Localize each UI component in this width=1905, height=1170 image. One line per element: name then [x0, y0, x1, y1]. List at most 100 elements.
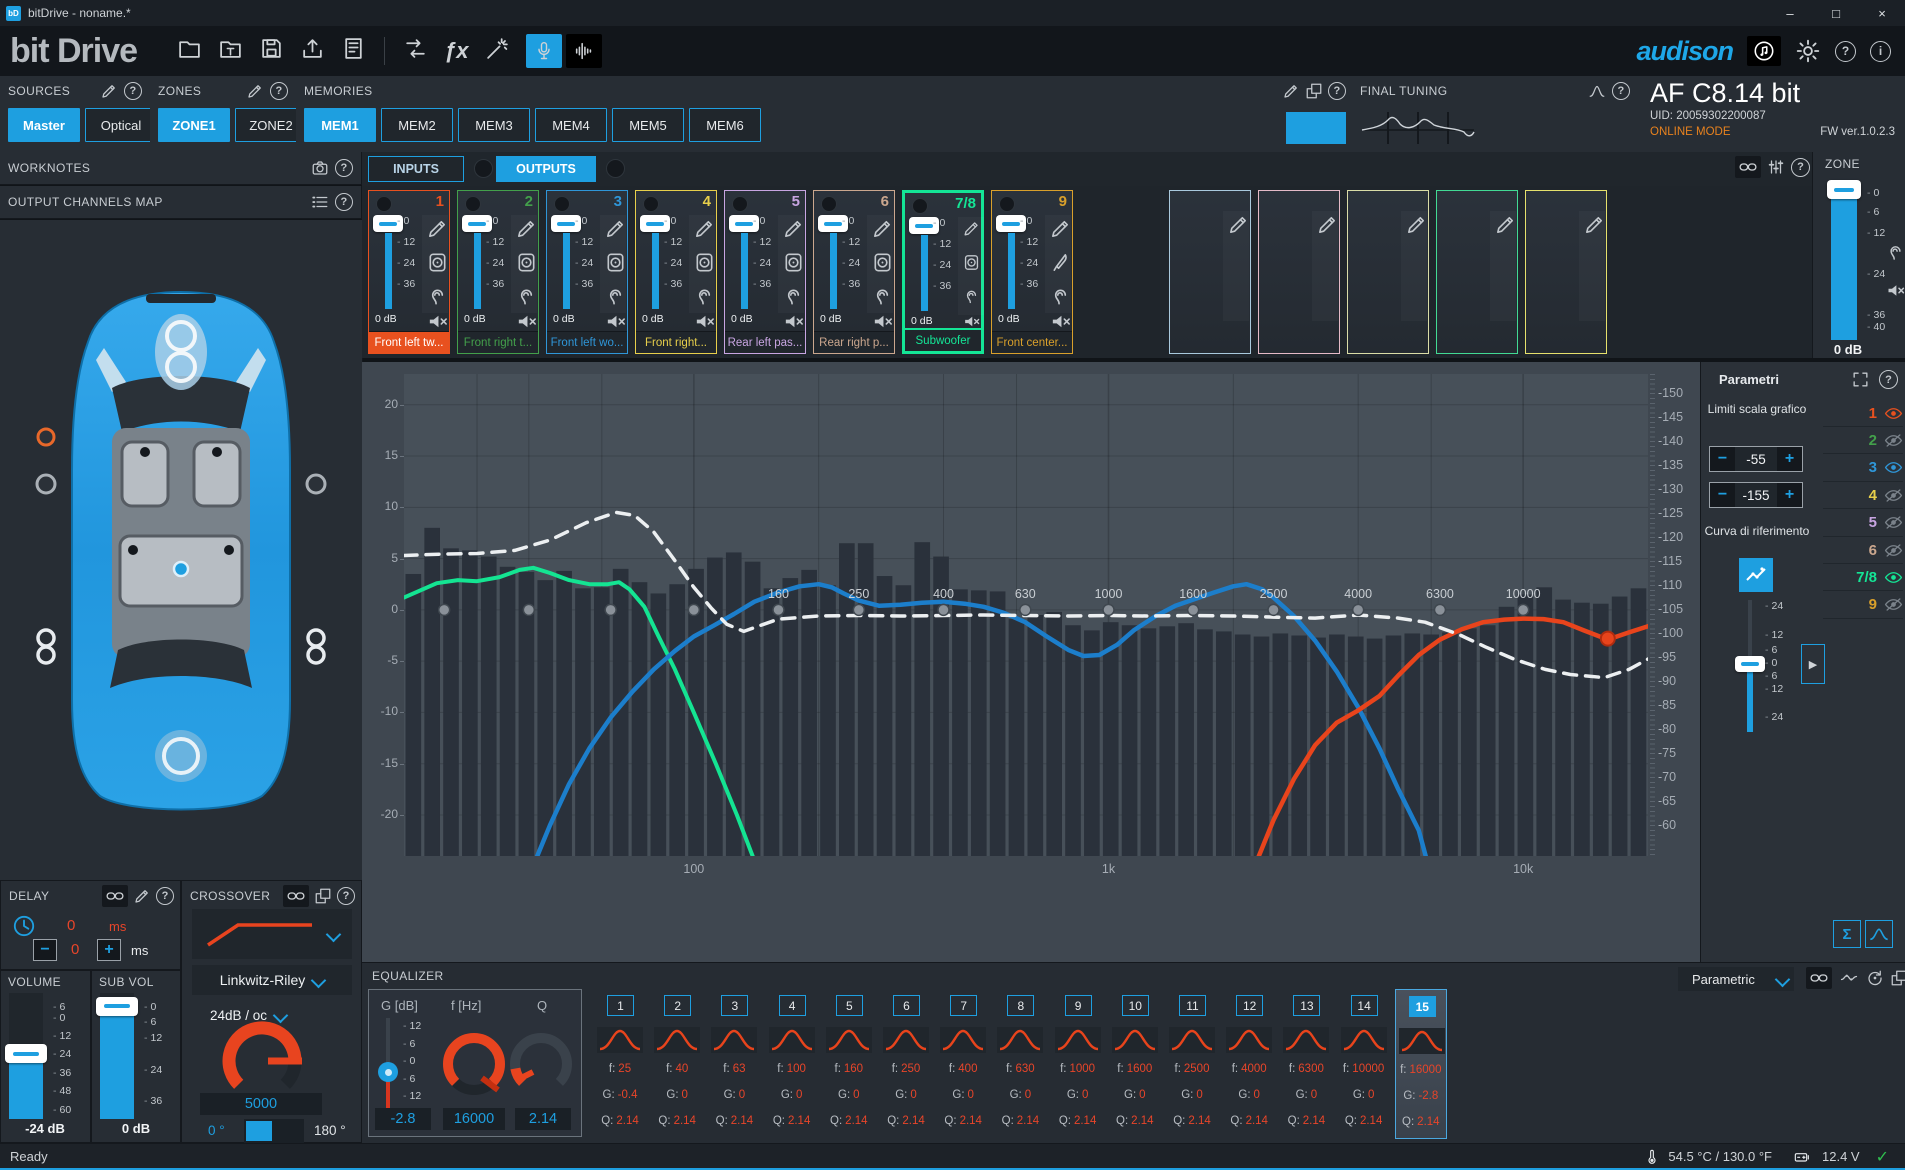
- mute-icon[interactable]: [1049, 310, 1072, 333]
- eq-band-15[interactable]: 15f:16000G:-2.8Q:2.14: [1395, 989, 1447, 1139]
- pencil-icon[interactable]: [871, 217, 894, 240]
- eq-band-number-2[interactable]: 2: [664, 995, 691, 1016]
- new-project-button[interactable]: [177, 36, 202, 66]
- eq-marker-1600[interactable]: [1188, 604, 1199, 615]
- channel-strip-1[interactable]: 1-0-12-24-360 dBFront left tw...: [368, 190, 450, 354]
- eq-band-number-11[interactable]: 11: [1179, 995, 1206, 1016]
- eq-marker-25[interactable]: [439, 604, 450, 615]
- speaker-marker-rear-left-door[interactable]: [38, 630, 54, 663]
- eq-link-icon[interactable]: [1806, 967, 1832, 989]
- eq-gain-slider[interactable]: -12-6-0-6-12: [377, 1018, 433, 1110]
- eq-band-number-10[interactable]: 10: [1122, 995, 1149, 1016]
- channel-label[interactable]: Rear left pas...: [725, 331, 805, 353]
- eq-band-1[interactable]: 1f:25G:-0.4Q:2.14: [594, 989, 646, 1139]
- sound-settings-button[interactable]: [1747, 36, 1781, 66]
- mixer-sliders-icon[interactable]: [1767, 158, 1785, 176]
- speaker-marker-rear-right[interactable]: [224, 545, 234, 555]
- wizard-button[interactable]: [485, 36, 510, 66]
- speaker-icon[interactable]: [604, 251, 627, 274]
- channel-label[interactable]: Front right...: [636, 331, 716, 353]
- eq-marker-160[interactable]: [773, 604, 784, 615]
- blade-icon[interactable]: [1049, 251, 1072, 274]
- channel-strip-3[interactable]: 3-0-12-24-360 dBFront left wo...: [546, 190, 628, 354]
- pencil-icon[interactable]: [1494, 213, 1517, 236]
- memory-button-mem1[interactable]: MEM1: [304, 108, 376, 142]
- eye-off-icon[interactable]: [1884, 433, 1903, 448]
- open-template-button[interactable]: [218, 36, 243, 66]
- speaker-icon[interactable]: [693, 251, 716, 274]
- close-button[interactable]: ×: [1859, 0, 1905, 26]
- eye-off-icon[interactable]: [1884, 515, 1903, 530]
- channel-fader-track[interactable]: [474, 233, 481, 309]
- eq-marker-400[interactable]: [938, 604, 949, 615]
- memory-button-mem3[interactable]: MEM3: [458, 108, 530, 142]
- tab-inputs[interactable]: INPUTS: [368, 156, 464, 182]
- copy-eq-icon[interactable]: [1890, 969, 1905, 987]
- mute-icon[interactable]: [871, 310, 894, 333]
- eq-marker-630[interactable]: [1020, 604, 1031, 615]
- channel-strip-5[interactable]: 5-0-12-24-360 dBRear left pas...: [724, 190, 806, 354]
- mute-icon[interactable]: [515, 310, 538, 333]
- scale-lower-decrement[interactable]: −: [1710, 483, 1735, 507]
- pencil-icon[interactable]: [604, 217, 627, 240]
- crossover-help-icon[interactable]: ?: [337, 887, 355, 905]
- memory-button-mem5[interactable]: MEM5: [612, 108, 684, 142]
- channel-label[interactable]: Front left tw...: [369, 331, 449, 353]
- eq-band-7[interactable]: 7f:400G:0Q:2.14: [937, 989, 989, 1139]
- channel-label[interactable]: Front right t...: [458, 331, 538, 353]
- channel-fader-track[interactable]: [830, 233, 837, 309]
- minimize-button[interactable]: –: [1767, 0, 1813, 26]
- visibility-row-channel-9[interactable]: 9: [1823, 592, 1903, 619]
- pencil-icon[interactable]: [515, 217, 538, 240]
- eq-band-13[interactable]: 13f:6300G:0Q:2.14: [1280, 989, 1332, 1139]
- eq-band-number-15[interactable]: 15: [1409, 996, 1436, 1017]
- ear-icon[interactable]: [782, 285, 805, 308]
- speaker-icon[interactable]: [962, 253, 981, 272]
- list-icon[interactable]: [311, 193, 329, 211]
- final-tuning-help2-icon[interactable]: ?: [1612, 82, 1630, 100]
- pencil-icon[interactable]: [1405, 213, 1428, 236]
- eq-gain-handle[interactable]: [378, 1062, 398, 1082]
- ear-icon[interactable]: [871, 285, 894, 308]
- eq-band-10[interactable]: 10f:1600G:0Q:2.14: [1109, 989, 1161, 1139]
- maximize-button[interactable]: □: [1813, 0, 1859, 26]
- speaker-icon[interactable]: [782, 251, 805, 274]
- eq-marker-250[interactable]: [853, 604, 864, 615]
- channel-fader-track[interactable]: [652, 233, 659, 309]
- delay-link-icon[interactable]: [102, 885, 128, 907]
- eye-open-icon[interactable]: [1884, 460, 1903, 475]
- speaker-marker-left-mid[interactable]: [37, 475, 55, 493]
- ear-icon[interactable]: [604, 285, 627, 308]
- pencil-icon[interactable]: [962, 219, 981, 238]
- pencil-icon[interactable]: [1227, 213, 1250, 236]
- zone-link-icon[interactable]: [1735, 156, 1761, 178]
- eq-band-number-1[interactable]: 1: [607, 995, 634, 1016]
- eq-band-number-12[interactable]: 12: [1236, 995, 1263, 1016]
- channel-fader-track[interactable]: [741, 233, 748, 309]
- delay-help-icon[interactable]: ?: [156, 887, 174, 905]
- empty-channel-strip-2[interactable]: [1258, 190, 1340, 354]
- ear-icon[interactable]: [1885, 242, 1905, 263]
- source-button-master[interactable]: Master: [8, 108, 80, 142]
- subvol-fader-handle[interactable]: [96, 997, 138, 1016]
- zones-help-icon[interactable]: ?: [270, 82, 288, 100]
- zone-fader-handle[interactable]: [1827, 180, 1861, 199]
- speaker-marker-front-left-seat[interactable]: [140, 447, 150, 457]
- eq-marker-100[interactable]: [688, 604, 699, 615]
- memory-button-mem2[interactable]: MEM2: [381, 108, 453, 142]
- mute-icon[interactable]: [604, 310, 627, 333]
- channel-fader-track[interactable]: [921, 235, 928, 311]
- eq-band-6[interactable]: 6f:250G:0Q:2.14: [880, 989, 932, 1139]
- pencil-icon[interactable]: [782, 217, 805, 240]
- zone-help-icon[interactable]: ?: [1791, 158, 1810, 177]
- speaker-marker-rear-right-door[interactable]: [308, 630, 324, 663]
- eq-band-5[interactable]: 5f:160G:0Q:2.14: [823, 989, 875, 1139]
- channel-fader-track[interactable]: [385, 233, 392, 309]
- ref-slider-handle[interactable]: [1735, 656, 1765, 672]
- scale-lower-increment[interactable]: +: [1777, 483, 1802, 507]
- final-tuning-help-icon[interactable]: ?: [1328, 82, 1346, 100]
- eq-band-4[interactable]: 4f:100G:0Q:2.14: [766, 989, 818, 1139]
- speaker-marker-right-mid[interactable]: [307, 475, 325, 493]
- eq-band-number-6[interactable]: 6: [893, 995, 920, 1016]
- eq-band-9[interactable]: 9f:1000G:0Q:2.14: [1052, 989, 1104, 1139]
